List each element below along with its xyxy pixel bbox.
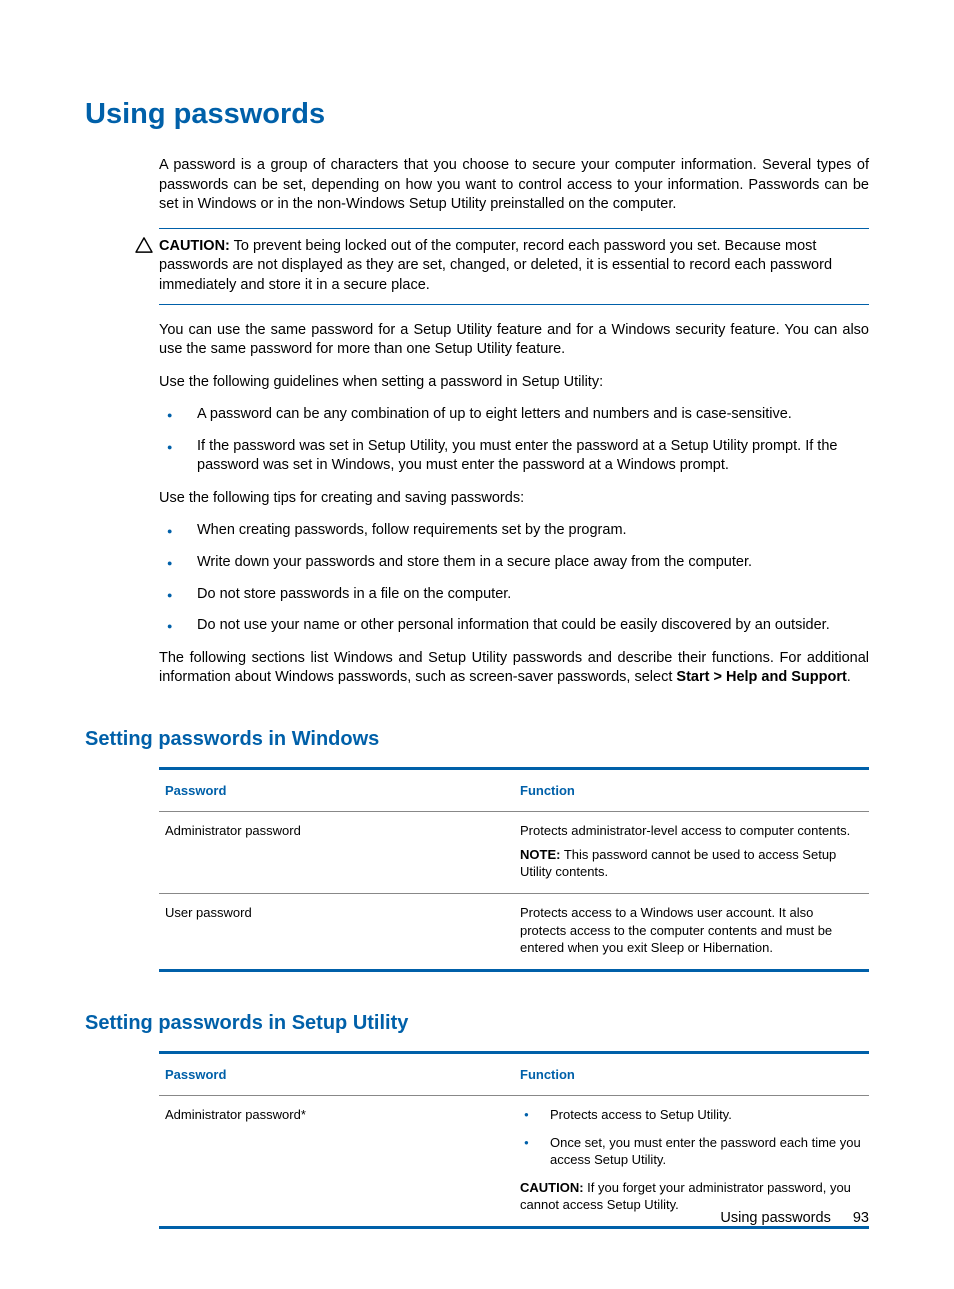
cell-password: Administrator password*: [159, 1096, 514, 1228]
page-heading: Using passwords: [85, 95, 869, 134]
table-block: Password Function Administrator password…: [85, 1051, 869, 1229]
section-heading-windows: Setting passwords in Windows: [85, 726, 869, 753]
content-block: A password is a group of characters that…: [85, 156, 869, 688]
paragraph: The following sections list Windows and …: [159, 649, 869, 688]
cell-password: Administrator password: [159, 812, 514, 894]
cell-function: Protects access to a Windows user accoun…: [514, 894, 869, 971]
list-item: Do not use your name or other personal i…: [159, 616, 869, 636]
paragraph: Use the following tips for creating and …: [159, 489, 869, 509]
table-block: Password Function Administrator password…: [85, 767, 869, 972]
menu-path: Start > Help and Support: [676, 669, 846, 685]
list-item: Write down your passwords and store them…: [159, 553, 869, 573]
caution-triangle-icon: [135, 237, 153, 253]
caution-text: To prevent being locked out of the compu…: [159, 238, 832, 293]
page-number: 93: [853, 1210, 869, 1226]
list-item: Once set, you must enter the password ea…: [520, 1134, 863, 1169]
note-text: This password cannot be used to access S…: [520, 847, 836, 880]
list-item: Do not store passwords in a file on the …: [159, 585, 869, 605]
cell-function: Protects administrator-level access to c…: [514, 812, 869, 894]
cell-function: Protects access to Setup Utility. Once s…: [514, 1096, 869, 1228]
caution-label: CAUTION:: [520, 1180, 584, 1195]
list-item: If the password was set in Setup Utility…: [159, 437, 869, 476]
page-footer: Using passwords 93: [720, 1209, 869, 1229]
list-item: A password can be any combination of up …: [159, 405, 869, 425]
section-heading-setup-utility: Setting passwords in Setup Utility: [85, 1010, 869, 1037]
col-header-function: Function: [514, 1052, 869, 1096]
tips-list: When creating passwords, follow requirem…: [159, 521, 869, 635]
table-row: Administrator password* Protects access …: [159, 1096, 869, 1228]
intro-paragraph: A password is a group of characters that…: [159, 156, 869, 215]
paragraph: Use the following guidelines when settin…: [159, 373, 869, 393]
caution-label: CAUTION:: [159, 238, 230, 254]
caution-box: CAUTION: To prevent being locked out of …: [159, 228, 869, 305]
paragraph: You can use the same password for a Setu…: [159, 321, 869, 360]
list-item: When creating passwords, follow requirem…: [159, 521, 869, 541]
col-header-password: Password: [159, 1052, 514, 1096]
windows-passwords-table: Password Function Administrator password…: [159, 767, 869, 972]
col-header-function: Function: [514, 768, 869, 812]
col-header-password: Password: [159, 768, 514, 812]
text: .: [847, 669, 851, 685]
footer-title: Using passwords: [720, 1210, 830, 1226]
note-label: NOTE:: [520, 847, 560, 862]
cell-bullet-list: Protects access to Setup Utility. Once s…: [520, 1106, 863, 1169]
cell-text: Protects administrator-level access to c…: [520, 822, 863, 840]
guideline-list: A password can be any combination of up …: [159, 405, 869, 476]
setup-utility-passwords-table: Password Function Administrator password…: [159, 1051, 869, 1229]
list-item: Protects access to Setup Utility.: [520, 1106, 863, 1124]
table-row: Administrator password Protects administ…: [159, 812, 869, 894]
table-row: User password Protects access to a Windo…: [159, 894, 869, 971]
cell-password: User password: [159, 894, 514, 971]
